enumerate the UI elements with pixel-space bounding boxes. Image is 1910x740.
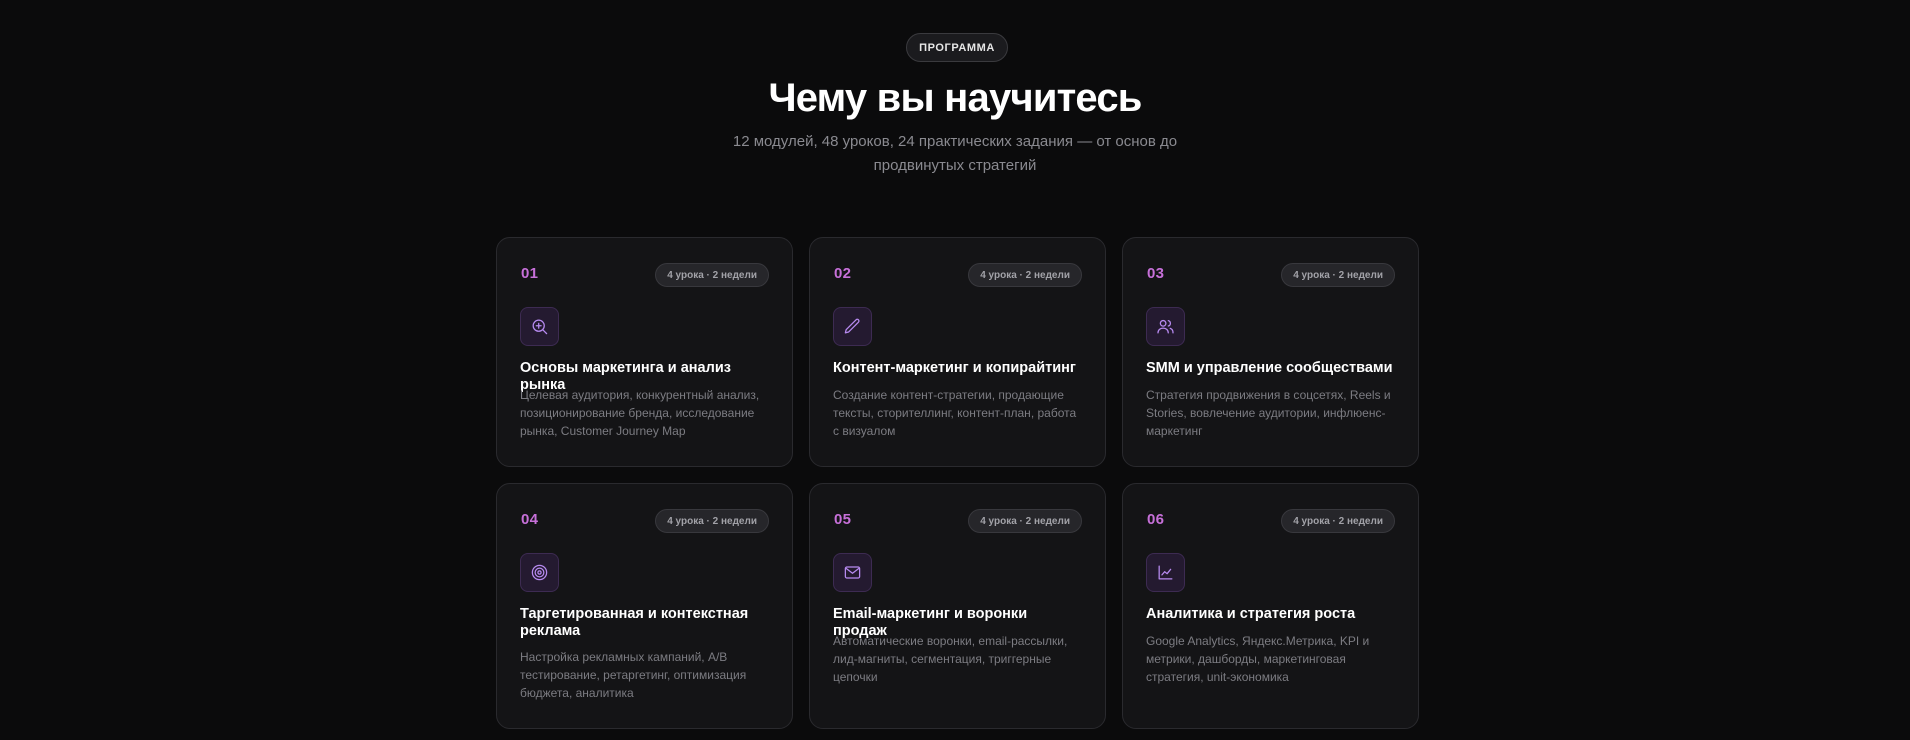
module-number: 01 xyxy=(521,265,539,282)
module-card[interactable]: 06 4 урока · 2 недели Аналитика и страте… xyxy=(1122,483,1419,729)
section-pill: ПРОГРАММА xyxy=(906,33,1008,62)
module-meta-badge: 4 урока · 2 недели xyxy=(968,509,1082,533)
module-meta-badge: 4 урока · 2 недели xyxy=(968,263,1082,287)
module-meta-badge: 4 урока · 2 недели xyxy=(1281,263,1395,287)
module-card[interactable]: 05 4 урока · 2 недели Email-маркетинг и … xyxy=(809,483,1106,729)
chart-icon xyxy=(1146,553,1185,592)
module-card[interactable]: 02 4 урока · 2 недели Контент-маркетинг … xyxy=(809,237,1106,467)
module-description: Целевая аудитория, конкурентный анализ, … xyxy=(520,388,760,438)
module-description: Настройка рекламных кампаний, A/B тестир… xyxy=(520,650,747,700)
program-section: ПРОГРАММА Чему вы научитесь 12 модулей, … xyxy=(0,0,1910,740)
module-meta-badge: 4 урока · 2 недели xyxy=(1281,509,1395,533)
module-meta-badge: 4 урока · 2 недели xyxy=(655,263,769,287)
module-number: 02 xyxy=(834,265,852,282)
module-title: SMM и управление сообществами xyxy=(1146,360,1393,376)
module-card[interactable]: 04 4 урока · 2 недели Таргетированная и … xyxy=(496,483,793,729)
module-number: 04 xyxy=(521,511,539,528)
module-description: Стратегия продвижения в соцсетях, Reels … xyxy=(1146,388,1391,438)
module-title: Контент-маркетинг и копирайтинг xyxy=(833,360,1076,376)
module-description: Автоматические воронки, email-рассылки, … xyxy=(833,634,1068,684)
module-title: Таргетированная и контекстная реклама xyxy=(520,606,749,639)
module-description: Создание контент-стратегии, продающие те… xyxy=(833,388,1077,438)
pencil-icon xyxy=(833,307,872,346)
module-title: Аналитика и стратегия роста xyxy=(1146,606,1356,622)
mail-icon xyxy=(833,553,872,592)
module-description: Google Analytics, Яндекс.Метрика, KPI и … xyxy=(1146,634,1370,684)
section-subtitle: 12 модулей, 48 уроков, 24 практических з… xyxy=(732,133,1178,174)
module-number: 03 xyxy=(1147,265,1165,282)
section-title: Чему вы научитесь xyxy=(768,76,1142,120)
module-meta-badge: 4 урока · 2 недели xyxy=(655,509,769,533)
search-icon xyxy=(520,307,559,346)
module-card[interactable]: 01 4 урока · 2 недели Основы маркетинга … xyxy=(496,237,793,467)
users-icon xyxy=(1146,307,1185,346)
module-card[interactable]: 03 4 урока · 2 недели SMM и управление с… xyxy=(1122,237,1419,467)
module-number: 06 xyxy=(1147,511,1165,528)
modules-grid: 01 4 урока · 2 недели Основы маркетинга … xyxy=(496,237,1419,729)
module-number: 05 xyxy=(834,511,852,528)
target-icon xyxy=(520,553,559,592)
